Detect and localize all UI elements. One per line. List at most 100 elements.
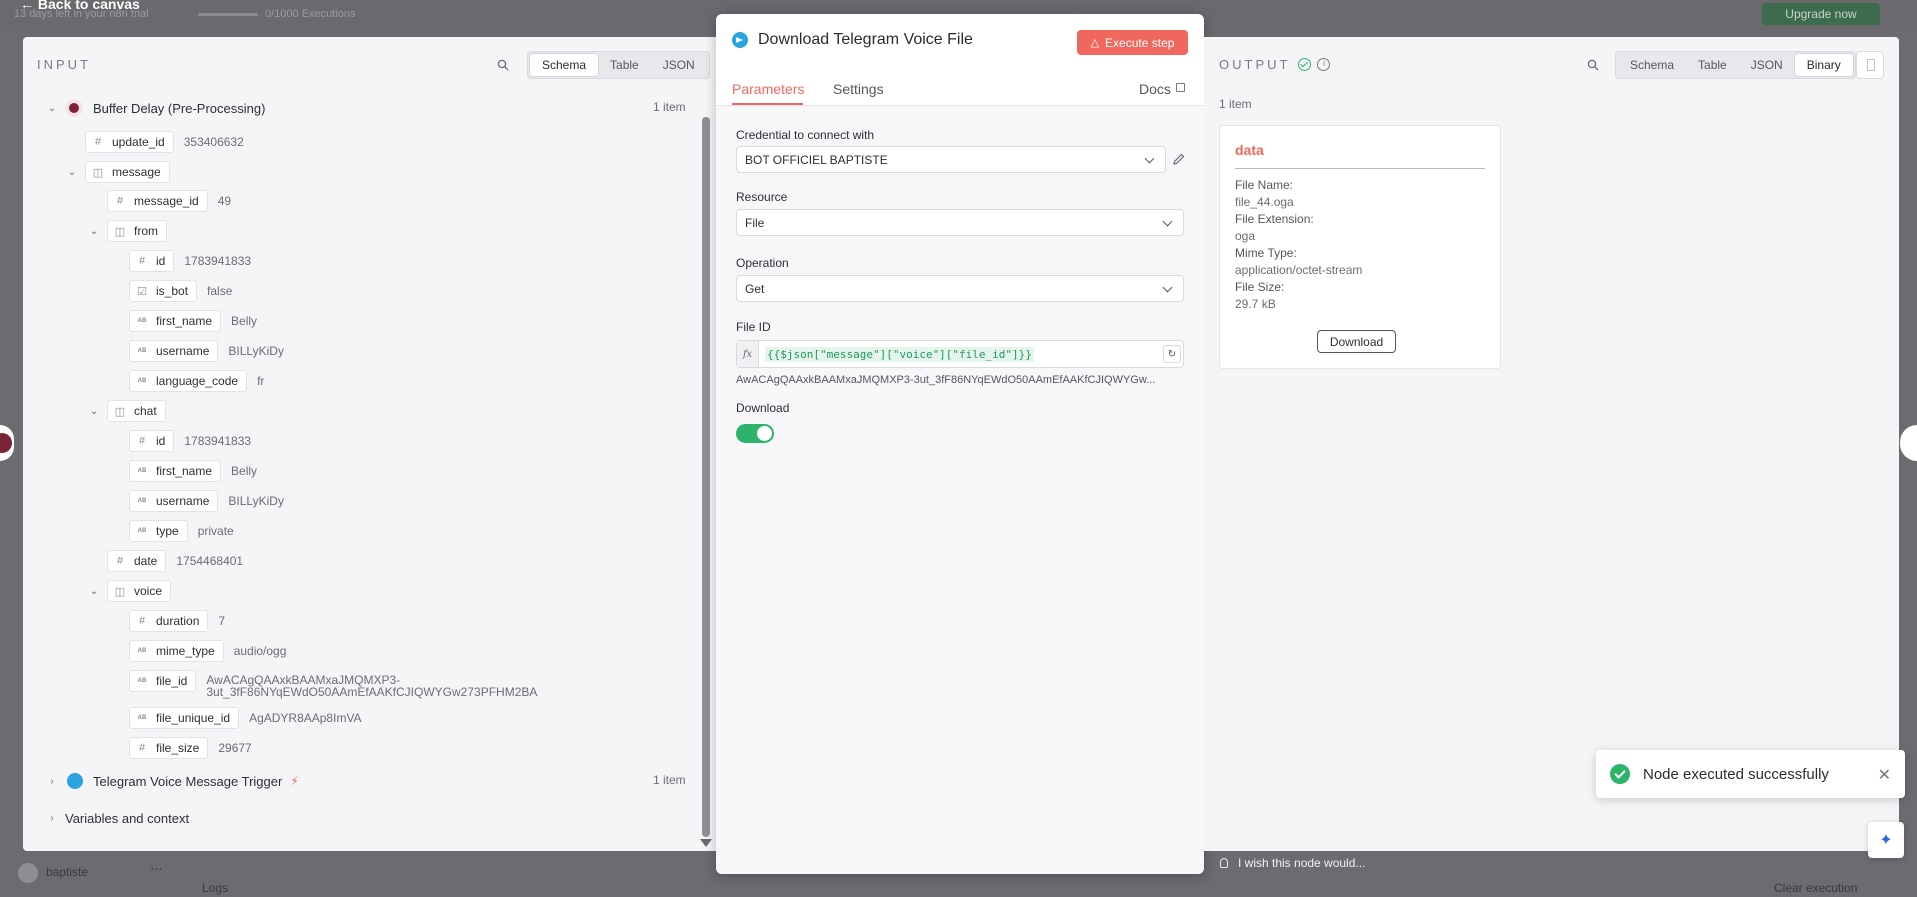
field-value: 29677 <box>218 741 252 755</box>
chevron-right-icon[interactable]: › <box>45 774 59 788</box>
number-type-icon: # <box>116 195 124 207</box>
avatar <box>18 863 38 883</box>
edit-credential-icon[interactable] <box>1172 152 1186 166</box>
string-type-icon: AB <box>137 378 147 384</box>
feedback-text: I wish this node would... <box>1238 856 1366 870</box>
flask-icon: △ <box>1090 37 1100 49</box>
field-update-id[interactable]: # update_id 353406632 <box>85 131 244 153</box>
node-row-buffer-delay[interactable]: ⌄ Buffer Delay (Pre-Processing) <box>45 97 265 119</box>
field-value: false <box>207 284 233 298</box>
field-chat[interactable]: ⌄ ◫ chat <box>87 400 166 422</box>
field-chat-username[interactable]: AB username BILLyKiDy <box>129 490 284 512</box>
download-button[interactable]: Download <box>1317 330 1396 353</box>
field-value-line: 3ut_3fF86NYqEWdO50AAmEfAAKfCJIQWYGw273PF… <box>206 685 538 699</box>
feedback-prompt[interactable]: I wish this node would... <box>1220 856 1365 870</box>
field-value: private <box>197 524 234 538</box>
external-link-icon[interactable] <box>1176 83 1185 92</box>
scrollbar-thumb[interactable] <box>702 117 710 837</box>
node-title-text: Download Telegram Voice File <box>758 31 973 48</box>
download-toggle[interactable] <box>736 424 774 443</box>
mime-type-value: application/octet-stream <box>1235 263 1363 277</box>
pin-data-button[interactable] <box>1856 51 1884 79</box>
n8n-node-icon <box>65 99 83 117</box>
field-key: message <box>112 165 161 179</box>
credential-select[interactable]: BOT OFFICIEL BAPTISTE <box>736 146 1166 173</box>
tab-settings[interactable]: Settings <box>833 81 884 97</box>
field-chat-id[interactable]: # id 1783941833 <box>129 430 251 452</box>
field-file-unique-id[interactable]: AB file_unique_id AgADYR8AAp8ImVA <box>129 707 362 729</box>
upgrade-button[interactable]: Upgrade now <box>1762 3 1880 25</box>
executions-count: 0/1000 Executions <box>265 8 356 20</box>
refresh-icon[interactable]: ↻ <box>1163 345 1181 363</box>
field-key: file_size <box>156 741 200 755</box>
lightbulb-icon <box>1220 858 1228 868</box>
input-view-schema[interactable]: Schema <box>530 54 599 76</box>
search-icon[interactable] <box>497 59 509 71</box>
field-value: 1783941833 <box>184 254 252 268</box>
output-node-badge[interactable] <box>1900 425 1917 461</box>
input-view-json[interactable]: JSON <box>651 54 707 76</box>
ai-assistant-sparkle-icon[interactable]: ✦ <box>1868 822 1904 858</box>
info-icon[interactable]: i <box>1317 58 1331 71</box>
string-type-icon: AB <box>137 678 147 684</box>
number-type-icon: # <box>94 136 102 148</box>
file-size-label: File Size: <box>1235 280 1285 294</box>
field-mime-type[interactable]: AB mime_type audio/ogg <box>129 640 286 662</box>
chevron-down-icon[interactable]: ⌄ <box>45 101 59 115</box>
field-is-bot[interactable]: ☑ is_bot false <box>129 280 232 302</box>
resource-select[interactable]: File <box>736 209 1184 236</box>
field-key: mime_type <box>156 644 215 658</box>
logs-label[interactable]: Logs <box>202 881 228 895</box>
variables-context-row[interactable]: › Variables and context <box>45 807 189 829</box>
field-key: username <box>156 344 210 358</box>
tab-parameters[interactable]: Parameters <box>732 81 804 97</box>
chevron-right-icon[interactable]: › <box>45 811 59 825</box>
close-icon[interactable]: ✕ <box>1878 765 1891 785</box>
expression-code[interactable]: {{$json["message"]["voice"]["file_id"]}} <box>765 346 1034 362</box>
field-message-id[interactable]: # message_id 49 <box>107 190 231 212</box>
user-menu[interactable]: baptiste <box>18 863 88 883</box>
field-from-first-name[interactable]: AB first_name Belly <box>129 310 257 332</box>
search-icon[interactable] <box>1587 59 1599 71</box>
output-view-json[interactable]: JSON <box>1739 54 1795 76</box>
field-from[interactable]: ⌄ ◫ from <box>87 220 167 242</box>
field-value: 353406632 <box>183 135 244 149</box>
chevron-down-icon[interactable]: ⌄ <box>87 404 101 418</box>
field-file-id[interactable]: AB file_id AwACAgQAAxkBAAMxaJMQMXP3- 3ut_3… <box>129 670 537 700</box>
chevron-down-icon[interactable]: ⌄ <box>87 584 101 598</box>
chevron-down-icon <box>1162 282 1173 293</box>
field-voice[interactable]: ⌄ ◫ voice <box>87 580 172 602</box>
field-date[interactable]: # date 1754468401 <box>107 550 243 572</box>
chevron-down-icon[interactable]: ⌄ <box>65 165 79 179</box>
field-from-id[interactable]: # id 1783941833 <box>129 250 251 272</box>
field-key: username <box>156 494 210 508</box>
input-title: INPUT <box>37 57 91 72</box>
boolean-type-icon: ☑ <box>137 285 147 298</box>
output-view-table[interactable]: Table <box>1686 54 1739 76</box>
field-key: first_name <box>156 314 213 328</box>
field-language-code[interactable]: AB language_code fr <box>129 370 264 392</box>
field-value: 1783941833 <box>184 434 252 448</box>
more-icon[interactable]: ⋯ <box>150 861 163 877</box>
field-key: from <box>134 224 158 238</box>
input-node-badge[interactable] <box>0 425 14 461</box>
object-type-icon: ◫ <box>114 405 126 418</box>
chevron-down-icon[interactable]: ⌄ <box>87 224 101 238</box>
output-view-binary[interactable]: Binary <box>1794 54 1853 76</box>
file-id-expression-input[interactable]: fx {{$json["message"]["voice"]["file_id"… <box>736 340 1184 368</box>
output-view-schema[interactable]: Schema <box>1618 54 1686 76</box>
scroll-down-arrow[interactable] <box>700 839 712 847</box>
execute-step-button[interactable]: △ Execute step <box>1077 30 1188 55</box>
docs-link[interactable]: Docs <box>1139 81 1171 97</box>
operation-select[interactable]: Get <box>736 275 1184 302</box>
clear-execution-button[interactable]: Clear execution <box>1774 881 1857 895</box>
input-view-table[interactable]: Table <box>598 54 651 76</box>
node-row-telegram-trigger[interactable]: › Telegram Voice Message Trigger ⚡ <box>45 770 299 792</box>
field-file-size[interactable]: # file_size 29677 <box>129 737 252 759</box>
field-duration[interactable]: # duration 7 <box>129 610 225 632</box>
field-key: duration <box>156 614 200 628</box>
field-chat-first-name[interactable]: AB first_name Belly <box>129 460 257 482</box>
field-message[interactable]: ⌄ ◫ message <box>65 161 170 183</box>
field-chat-type[interactable]: AB type private <box>129 520 234 542</box>
field-from-username[interactable]: AB username BILLyKiDy <box>129 340 284 362</box>
